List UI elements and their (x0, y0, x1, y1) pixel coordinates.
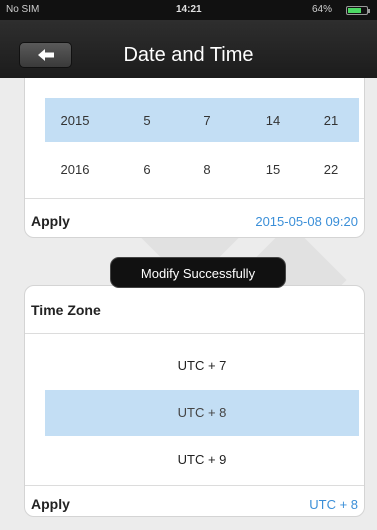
date-picker-card: 2014 4 6 13 20 2015 5 7 14 21 2016 6 8 1… (24, 60, 365, 238)
time-zone-option-selected[interactable]: UTC + 8 (45, 390, 359, 436)
hour-cell: 14 (265, 113, 281, 128)
date-apply-button[interactable]: Apply (31, 213, 70, 229)
page-title: Date and Time (123, 44, 254, 66)
carrier-label: No SIM (6, 4, 40, 15)
time-zone-option[interactable]: UTC + 9 (45, 437, 359, 483)
year-cell: 2015 (60, 113, 90, 128)
year-cell: 2016 (60, 162, 90, 177)
month-cell: 5 (143, 113, 151, 128)
date-apply-value: 2015-05-08 09:20 (255, 214, 358, 229)
day-cell: 7 (203, 113, 211, 128)
clock-label: 14:21 (176, 4, 202, 15)
time-zone-option[interactable]: UTC + 7 (45, 343, 359, 389)
time-zone-title: Time Zone (31, 302, 101, 318)
month-cell: 6 (143, 162, 151, 177)
minute-cell: 22 (323, 162, 339, 177)
time-zone-card: Time Zone UTC + 7 UTC + 8 UTC + 9 Apply … (24, 285, 365, 517)
battery-icon (346, 6, 370, 15)
picker-row[interactable]: 2016 6 8 15 22 (45, 147, 359, 191)
divider (25, 198, 364, 199)
tz-apply-value: UTC + 8 (309, 497, 358, 512)
divider (25, 333, 364, 334)
divider (25, 485, 364, 486)
picker-row-selected[interactable]: 2015 5 7 14 21 (45, 98, 359, 142)
navigation-bar: Date and Time (0, 20, 377, 78)
battery-percent: 64% (312, 4, 333, 15)
success-toast: Modify Successfully (110, 257, 286, 288)
day-cell: 8 (203, 162, 211, 177)
tz-apply-button[interactable]: Apply (31, 496, 70, 512)
hour-cell: 15 (265, 162, 281, 177)
minute-cell: 21 (323, 113, 339, 128)
status-bar: No SIM 14:21 64% (0, 0, 377, 20)
